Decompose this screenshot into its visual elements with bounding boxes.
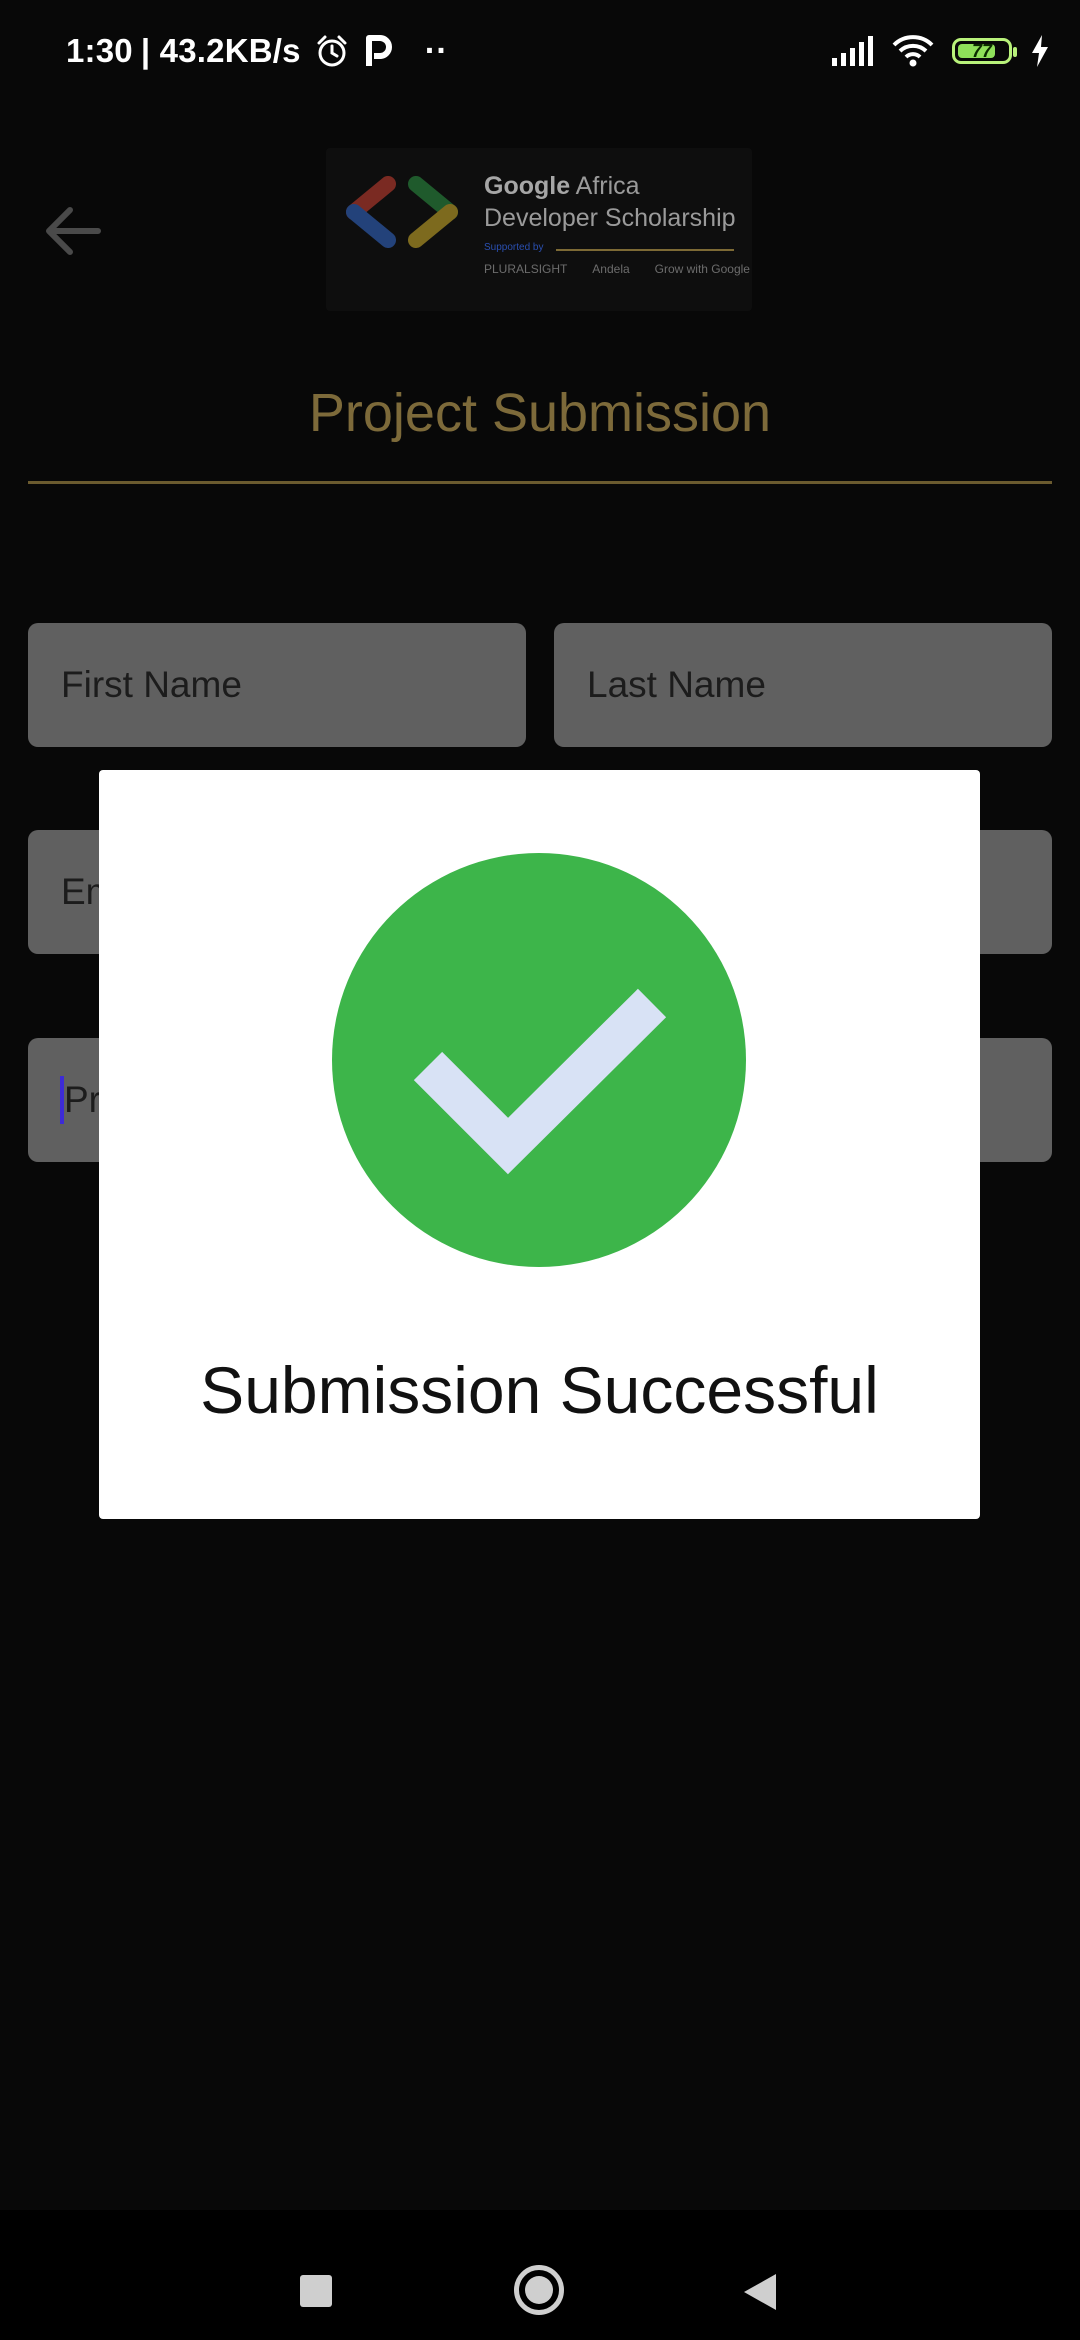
charging-icon [1032,35,1048,67]
logo-divider [556,249,734,251]
dialog-message: Submission Successful [200,1353,879,1427]
home-icon[interactable] [514,2265,564,2315]
status-left: 1:30 | 43.2KB/s ·· [66,26,448,76]
code-brackets-logo-icon [346,176,458,248]
project-link-placeholder: Pr [64,1079,101,1120]
p-app-icon [365,35,392,66]
logo-title: Google Africa Developer Scholarship [484,170,736,234]
battery-text: 77 [971,40,993,61]
signal-icon [832,36,873,66]
last-name-field[interactable]: Last Name [554,623,1052,747]
title-divider [28,481,1052,484]
first-name-field[interactable]: First Name [28,623,526,747]
logo-title-line2: Developer Scholarship [484,204,736,232]
system-nav-bar [0,2210,1080,2340]
partner-pluralsight: PLURALSIGHT [484,262,568,276]
logo-title-bold: Google [484,172,571,200]
recent-apps-icon[interactable] [300,2275,332,2307]
wifi-icon [892,35,934,67]
battery-tip [1013,47,1017,57]
success-dialog: Submission Successful [99,770,980,1519]
partner-andela: Andela [592,262,630,276]
logo-title-rest: Africa [570,172,640,200]
status-more-dots: ·· [424,31,448,70]
logo-supported-by: Supported by [484,242,544,253]
alarm-icon [317,35,347,67]
status-net-speed: | 43.2KB/s [140,32,301,69]
last-name-placeholder: Last Name [587,664,766,705]
scholarship-logo: Google Africa Developer Scholarship Supp… [326,148,752,311]
status-right: 77 [832,26,1050,76]
check-circle-icon [332,853,746,1267]
logo-partners: PLURALSIGHT Andela Grow with Google [484,262,750,276]
battery-icon: 77 [952,38,1017,64]
home-icon-dot [525,2276,553,2304]
status-bar: 1:30 | 43.2KB/s ·· 77 [0,0,1080,100]
partner-grow-with-google: Grow with Google [654,262,750,276]
page-title: Project Submission [308,383,772,443]
back-icon[interactable] [742,2272,778,2312]
first-name-placeholder: First Name [61,664,242,705]
status-time: 1:30 [66,32,133,69]
arrow-left-icon[interactable] [38,196,108,266]
